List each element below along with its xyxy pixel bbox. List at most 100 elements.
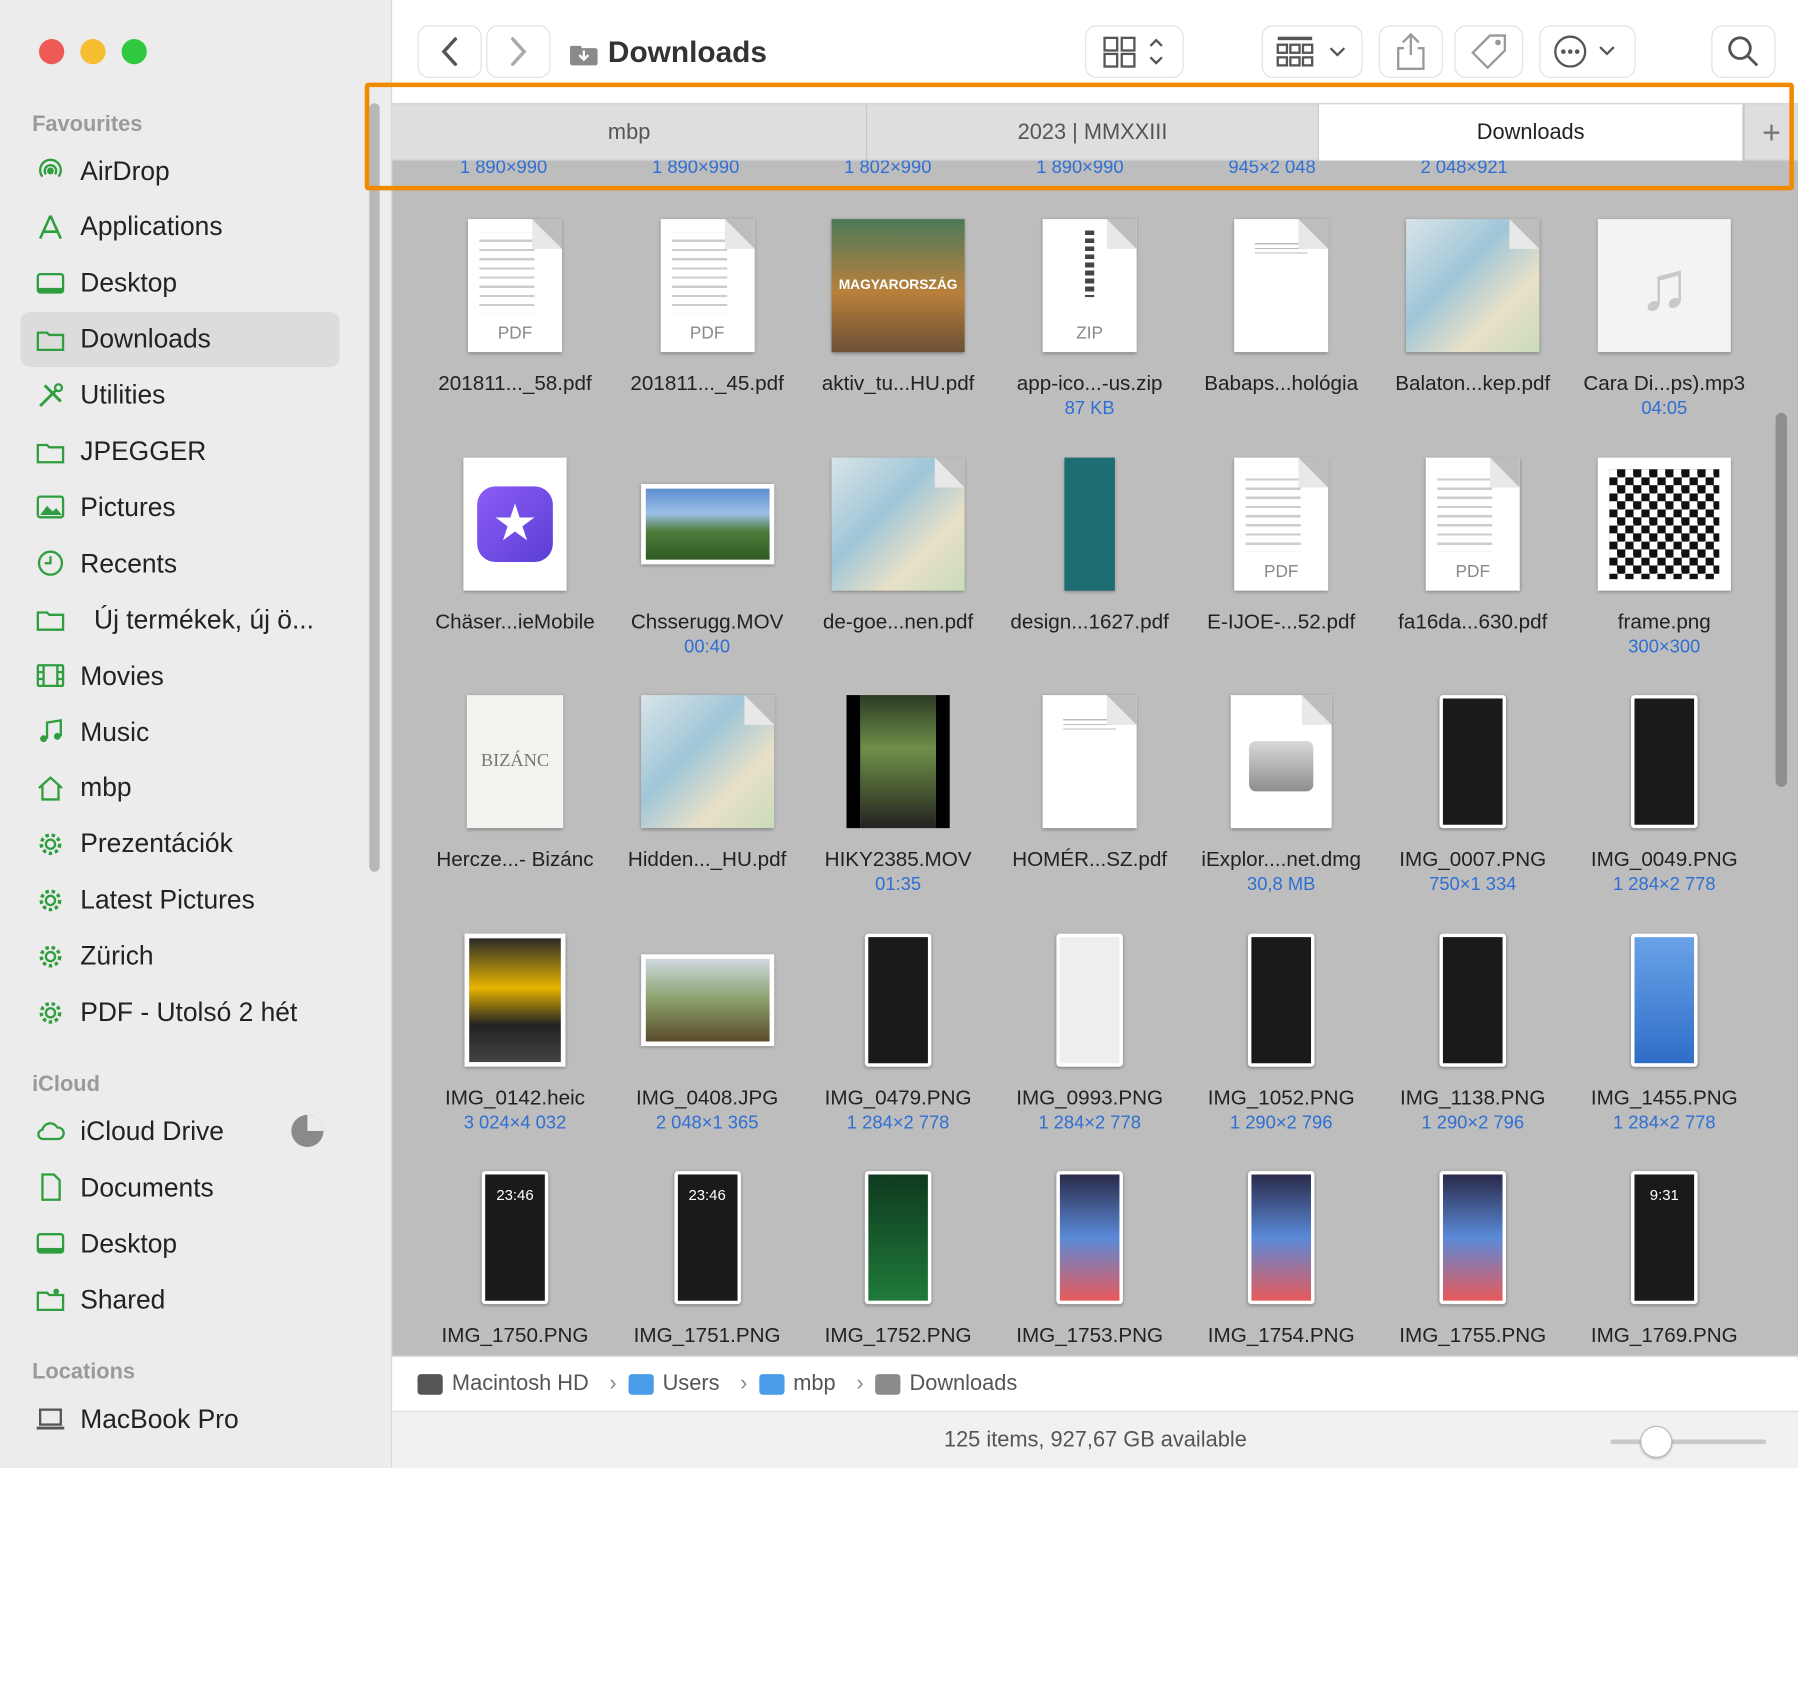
file-name: IMG_1755.PNG [1399, 1323, 1547, 1347]
file-item[interactable]: BIZÁNC Hercze...- Bizánc [423, 687, 607, 916]
file-item[interactable]: IMG_1052.PNG 1 290×2 796 [1189, 925, 1373, 1154]
file-item[interactable]: de-goe...nen.pdf [806, 449, 990, 678]
file-item[interactable]: IMG_1138.PNG 1 290×2 796 [1381, 925, 1565, 1154]
sidebar-item-airdrop[interactable]: AirDrop [21, 143, 340, 198]
book-cover-icon: MAGYARORSZÁG [831, 219, 965, 353]
file-name: Balaton...kep.pdf [1395, 371, 1551, 395]
file-item[interactable]: frame.png 300×300 [1573, 449, 1757, 678]
back-button[interactable] [417, 25, 482, 78]
zoom-button[interactable] [121, 38, 147, 65]
sidebar-item-jpegger[interactable]: JPEGGER [21, 424, 340, 479]
view-mode-button[interactable] [1085, 25, 1184, 78]
screenshot-thumbnail [1056, 933, 1123, 1067]
file-item[interactable]: 23:46 IMG_1750.PNG [423, 1163, 607, 1356]
sidebar-item-prezent-ci-k[interactable]: Prezentációk [21, 816, 340, 871]
sidebar-scrollbar[interactable] [369, 103, 380, 872]
path-downloads[interactable]: Downloads [875, 1371, 1017, 1396]
file-item[interactable]: HIKY2385.MOV 01:35 [806, 687, 990, 916]
file-item[interactable]: IMG_0408.JPG 2 048×1 365 [615, 925, 799, 1154]
file-item[interactable]: PDF 201811..._58.pdf [423, 211, 607, 440]
file-name: IMG_1750.PNG [441, 1323, 589, 1347]
music-note-icon: ♫ [1597, 219, 1731, 353]
music-note-icon [34, 716, 66, 748]
sidebar-item-latest-pictures[interactable]: Latest Pictures [21, 873, 340, 928]
file-item[interactable]: MAGYARORSZÁG aktiv_tu...HU.pdf [806, 211, 990, 440]
sidebar-item-movies[interactable]: Movies [21, 648, 340, 703]
file-item[interactable]: PDF E-IJOE-...52.pdf [1189, 449, 1373, 678]
file-meta: 30,8 MB [1247, 875, 1316, 895]
file-item[interactable]: iExplor....net.dmg 30,8 MB [1189, 687, 1373, 916]
file-name: IMG_0007.PNG [1399, 847, 1547, 871]
file-name: IMG_1752.PNG [824, 1323, 972, 1347]
file-item[interactable]: ZIP app-ico...-us.zip 87 KB [998, 211, 1182, 440]
icon-size-slider-knob[interactable] [1640, 1425, 1673, 1458]
screenshot-thumbnail: 9:31 [1631, 1171, 1698, 1305]
close-button[interactable] [38, 38, 65, 65]
file-item[interactable]: IMG_0479.PNG 1 284×2 778 [806, 925, 990, 1154]
file-item[interactable]: IMG_0142.heic 3 024×4 032 [423, 925, 607, 1154]
file-item[interactable]: HOMÉR...SZ.pdf [998, 687, 1182, 916]
share-button[interactable] [1378, 25, 1443, 78]
path-mbp[interactable]: mbp [758, 1371, 836, 1396]
utilities-icon [34, 379, 66, 411]
file-item[interactable]: IMG_1755.PNG [1381, 1163, 1565, 1356]
search-button[interactable] [1711, 25, 1776, 78]
file-item[interactable]: 9:31 IMG_1769.PNG [1573, 1163, 1757, 1356]
action-menu-button[interactable] [1539, 25, 1636, 78]
sidebar-item-pdf-utols-2-h-t[interactable]: PDF - Utolsó 2 hét [21, 985, 340, 1040]
content-scrollbar[interactable] [1775, 412, 1788, 787]
file-name: HIKY2385.MOV [824, 847, 972, 871]
sidebar-item-shared[interactable]: Shared [21, 1272, 340, 1327]
file-name: E-IJOE-...52.pdf [1207, 609, 1356, 633]
file-item[interactable]: ★ Chäser...ieMobile [423, 449, 607, 678]
file-item[interactable]: IMG_1752.PNG [806, 1163, 990, 1356]
sidebar-item-z-rich[interactable]: Zürich [21, 929, 340, 984]
share-icon [1397, 32, 1425, 70]
sidebar-item-utilities[interactable]: Utilities [21, 368, 340, 423]
icon-size-slider[interactable] [1610, 1439, 1767, 1445]
file-item[interactable]: IMG_1455.PNG 1 284×2 778 [1573, 925, 1757, 1154]
file-thumbnail: PDF [615, 211, 799, 360]
file-item[interactable]: IMG_1753.PNG [998, 1163, 1182, 1356]
file-item[interactable]: ♫ Cara Di...ps).mp3 04:05 [1573, 211, 1757, 440]
file-item[interactable]: IMG_1754.PNG [1189, 1163, 1373, 1356]
file-item[interactable]: design...1627.pdf [998, 449, 1182, 678]
file-item[interactable]: Babaps...hológia [1189, 211, 1373, 440]
sidebar-item-music[interactable]: Music [21, 704, 340, 759]
tag-button[interactable] [1454, 25, 1524, 78]
minimize-button[interactable] [80, 38, 106, 65]
sidebar-item-downloads[interactable]: Downloads [20, 311, 340, 367]
screenshot-thumbnail: 23:46 [481, 1171, 549, 1305]
file-item[interactable]: Hidden..._HU.pdf [615, 687, 799, 916]
sidebar-item-desktop[interactable]: Desktop [21, 1216, 340, 1271]
file-thumbnail: BIZÁNC [423, 687, 607, 836]
favourites-heading: Favourites [32, 112, 143, 137]
file-item[interactable]: 23:46 IMG_1751.PNG [615, 1163, 799, 1356]
file-item[interactable]: IMG_0993.PNG 1 284×2 778 [998, 925, 1182, 1154]
group-by-button[interactable] [1261, 25, 1363, 78]
file-thumbnail: PDF [423, 211, 607, 360]
file-name: IMG_1455.PNG [1590, 1085, 1738, 1109]
file-item[interactable]: IMG_0049.PNG 1 284×2 778 [1573, 687, 1757, 916]
file-item[interactable]: IMG_0007.PNG 750×1 334 [1381, 687, 1565, 916]
sidebar-item-applications[interactable]: Applications [21, 199, 340, 254]
path-separator-icon: › [856, 1371, 864, 1396]
sidebar-item-recents[interactable]: Recents [21, 536, 340, 591]
file-item[interactable]: Balaton...kep.pdf [1381, 211, 1565, 440]
sidebar-item-macbook-pro[interactable]: MacBook Pro [21, 1391, 340, 1446]
path-users[interactable]: Users [628, 1371, 719, 1396]
file-item[interactable]: PDF 201811..._45.pdf [615, 211, 799, 440]
file-item[interactable]: PDF fa16da...630.pdf [1381, 449, 1565, 678]
sidebar-item-label: PDF - Utolsó 2 hét [80, 996, 298, 1027]
forward-button[interactable] [486, 25, 551, 78]
document-icon [34, 1171, 66, 1203]
file-thumbnail: 23:46 [615, 1163, 799, 1312]
sidebar-item-mbp[interactable]: mbp [21, 760, 340, 815]
file-item[interactable]: Chsserugg.MOV 00:40 [615, 449, 799, 678]
sidebar-item-pictures[interactable]: Pictures [21, 480, 340, 535]
path-macintosh-hd[interactable]: Macintosh HD [417, 1371, 589, 1396]
sidebar-item-documents[interactable]: Documents [21, 1160, 340, 1215]
sidebar-item-icloud-drive[interactable]: iCloud Drive [21, 1103, 340, 1158]
sidebar-item-desktop[interactable]: Desktop [21, 256, 340, 311]
sidebar-item-j-term-kek-j[interactable]: Új termékek, új ö... [21, 592, 340, 647]
